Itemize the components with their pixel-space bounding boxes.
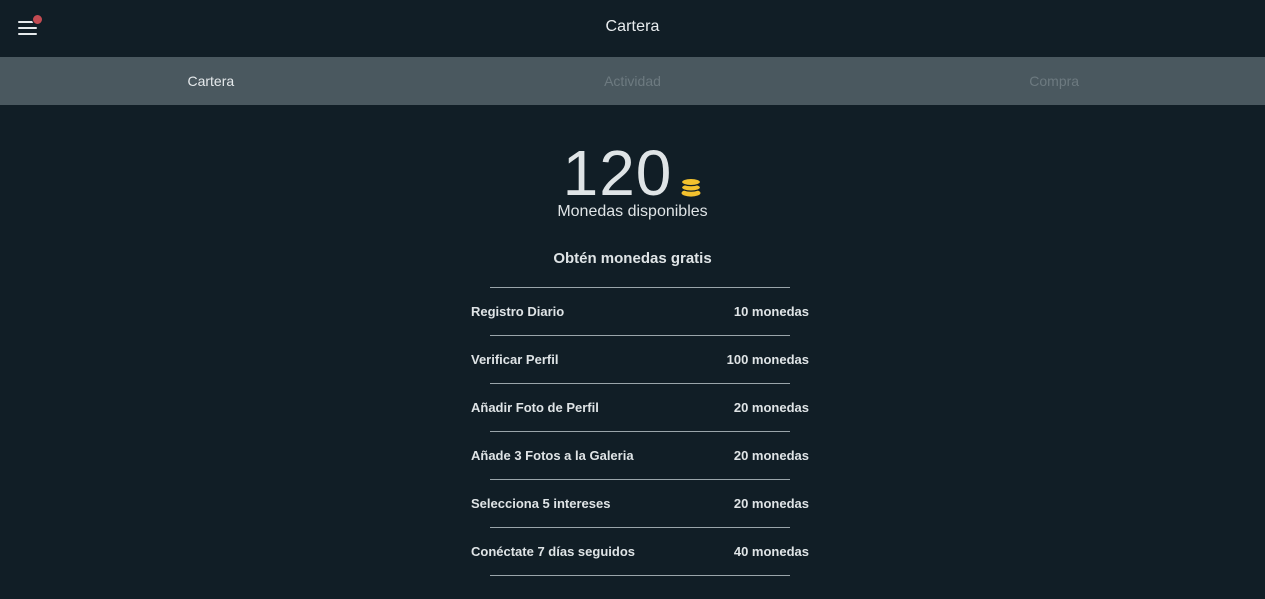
reward-label: Registro Diario [471,304,565,319]
list-item: Verificar Perfil 100 monedas [471,336,809,383]
balance-display: 120 [0,138,1265,208]
coin-balance: 120 [562,137,673,209]
reward-label: Selecciona 5 intereses [471,496,611,511]
list-item: Registro Diario 10 monedas [471,288,809,335]
tab-cartera[interactable]: Cartera [0,57,422,105]
reward-amount: 20 monedas [733,400,809,415]
balance-caption: Monedas disponibles [557,203,708,220]
list-item: Añade 3 Fotos a la Galeria 20 monedas [471,432,809,479]
free-coins-title: Obtén monedas gratis [553,250,712,267]
tab-actividad[interactable]: Actividad [422,57,844,105]
reward-amount: 20 monedas [733,496,809,511]
top-app-bar: Cartera [0,0,1265,57]
coins-icon [681,177,702,197]
reward-amount: 10 monedas [733,304,809,319]
reward-amount: 20 monedas [733,448,809,463]
tab-bar: Cartera Actividad Compra [0,57,1265,105]
page-title: Cartera [605,18,660,35]
reward-label: Añade 3 Fotos a la Galeria [471,448,634,463]
reward-list: Registro Diario 10 monedas Verificar Per… [471,287,809,576]
reward-label: Conéctate 7 días seguidos [471,544,635,559]
tab-compra[interactable]: Compra [843,57,1265,105]
reward-label: Añadir Foto de Perfil [471,400,599,415]
divider [490,575,790,576]
list-item: Añadir Foto de Perfil 20 monedas [471,384,809,431]
reward-label: Verificar Perfil [471,352,559,367]
reward-amount: 100 monedas [726,352,809,367]
list-item: Conéctate 7 días seguidos 40 monedas [471,528,809,575]
list-item: Selecciona 5 intereses 20 monedas [471,480,809,527]
reward-amount: 40 monedas [733,544,809,559]
